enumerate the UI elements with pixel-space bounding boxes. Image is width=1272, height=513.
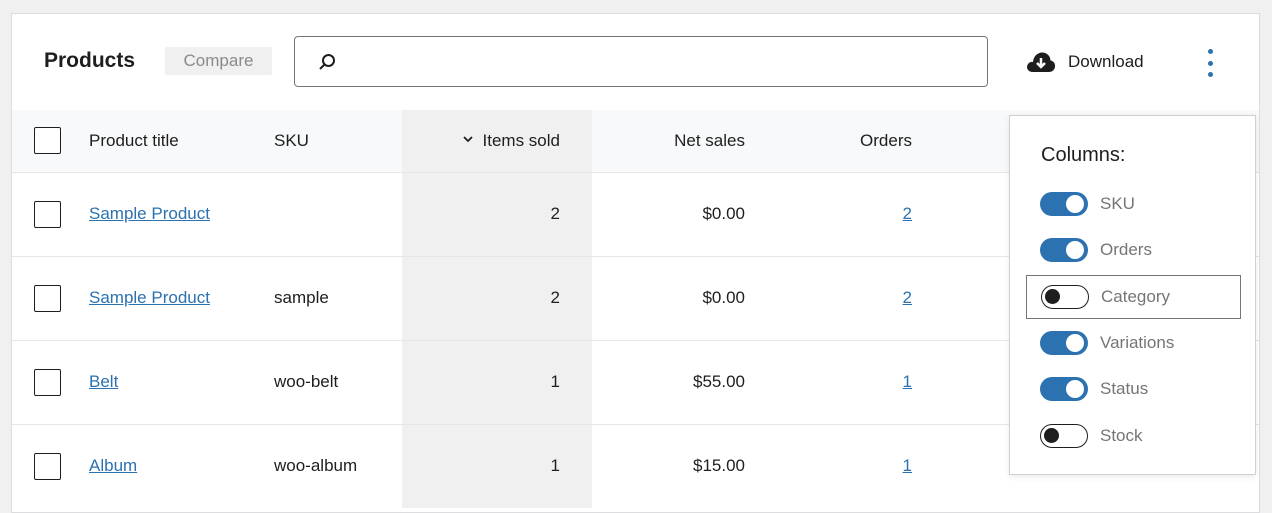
toggle-label: Status	[1100, 379, 1149, 398]
toggle-label: Orders	[1100, 240, 1152, 259]
products-report-card: Products Compare Download Product title …	[11, 13, 1260, 513]
orders-link[interactable]: 2	[903, 204, 912, 223]
toggle-switch-on[interactable]	[1040, 377, 1088, 401]
toggle-column-category[interactable]: Category	[1026, 275, 1241, 319]
net-sales-cell: $15.00	[693, 456, 745, 476]
column-header-items-sold[interactable]: Items sold	[402, 110, 592, 172]
column-header-product-title[interactable]: Product title	[74, 110, 274, 172]
kebab-dot-icon	[1207, 72, 1213, 77]
columns-menu-popover: Columns: SKU Orders Category Variations …	[1009, 115, 1256, 475]
columns-menu-title: Columns:	[1041, 144, 1126, 166]
toggle-column-orders[interactable]: Orders	[1026, 228, 1241, 272]
download-label: Download	[1068, 52, 1144, 71]
toggle-label: SKU	[1100, 194, 1135, 213]
row-checkbox[interactable]	[34, 200, 61, 228]
product-title-link[interactable]: Sample Product	[89, 288, 210, 307]
orders-link[interactable]: 2	[903, 288, 912, 307]
items-sold-cell: 2	[402, 172, 592, 256]
orders-link[interactable]: 1	[903, 456, 912, 475]
table-header-bar: Products Compare Download	[12, 14, 1259, 110]
sku-cell	[274, 172, 402, 256]
kebab-dot-icon	[1207, 49, 1213, 54]
net-sales-cell: $55.00	[693, 372, 745, 391]
toggle-switch-off[interactable]	[1040, 424, 1088, 448]
column-header-sku[interactable]: SKU	[274, 110, 402, 172]
column-header-label: Items sold	[482, 130, 560, 150]
row-checkbox[interactable]	[34, 284, 61, 312]
toggle-switch-on[interactable]	[1040, 331, 1088, 355]
items-sold-cell: 1	[402, 424, 592, 508]
search-input[interactable]	[351, 47, 971, 77]
toggle-column-status[interactable]: Status	[1026, 367, 1241, 411]
page-title: Products	[44, 49, 136, 72]
search-box[interactable]	[294, 36, 988, 87]
cloud-download-icon	[1027, 52, 1056, 72]
toggle-switch-on[interactable]	[1040, 192, 1088, 216]
toggle-label: Variations	[1100, 333, 1175, 352]
product-title-link[interactable]: Sample Product	[89, 204, 210, 223]
select-all-checkbox[interactable]	[34, 127, 61, 155]
row-checkbox[interactable]	[34, 368, 61, 396]
kebab-dot-icon	[1207, 60, 1213, 66]
orders-link[interactable]: 1	[903, 372, 912, 391]
toggle-label: Stock	[1100, 426, 1143, 445]
toggle-column-variations[interactable]: Variations	[1026, 321, 1241, 365]
search-icon	[319, 54, 335, 70]
column-header-net-sales[interactable]: Net sales	[592, 110, 775, 172]
sku-cell: woo-belt	[274, 372, 339, 391]
compare-button[interactable]: Compare	[165, 47, 272, 75]
toggle-column-sku[interactable]: SKU	[1026, 182, 1241, 226]
download-button[interactable]: Download	[1026, 48, 1144, 76]
net-sales-cell: $0.00	[702, 204, 745, 223]
chevron-down-icon	[462, 136, 473, 143]
net-sales-cell: $0.00	[702, 288, 745, 307]
toggle-label: Category	[1101, 287, 1170, 306]
product-title-link[interactable]: Belt	[89, 372, 118, 391]
row-checkbox[interactable]	[34, 452, 61, 480]
more-options-menu-button[interactable]	[1200, 49, 1220, 77]
product-title-link[interactable]: Album	[89, 456, 137, 475]
sku-cell: woo-album	[274, 456, 358, 476]
column-header-orders[interactable]: Orders	[775, 110, 938, 172]
toggle-switch-off[interactable]	[1041, 285, 1089, 309]
toggle-switch-on[interactable]	[1040, 238, 1088, 262]
items-sold-cell: 2	[402, 256, 592, 340]
toggle-column-stock[interactable]: Stock	[1026, 414, 1241, 458]
sku-cell: sample	[274, 288, 329, 307]
items-sold-cell: 1	[402, 340, 592, 424]
